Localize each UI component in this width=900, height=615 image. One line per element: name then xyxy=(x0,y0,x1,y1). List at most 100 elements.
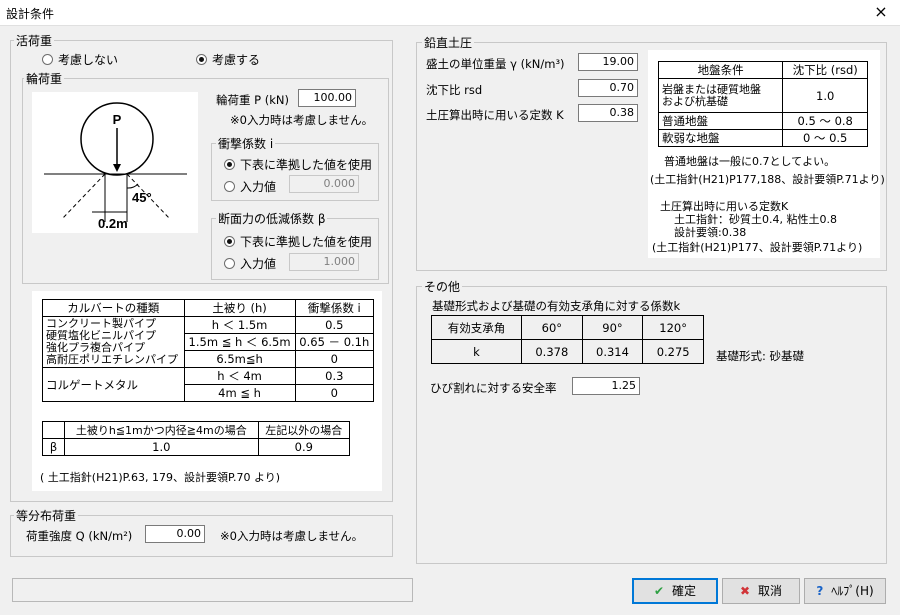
impact-legend: 衝撃係数 i xyxy=(216,135,276,152)
k-note-guideline: 設計要領:0.38 xyxy=(674,226,747,239)
beta-value-2: 0.9 xyxy=(257,438,351,456)
impact-cell: 0 xyxy=(294,350,375,368)
radio-no[interactable] xyxy=(42,54,53,65)
other-legend: その他 xyxy=(422,278,463,295)
window-title: 設計条件 xyxy=(6,7,55,21)
impact-cell: 0.5 xyxy=(294,316,375,334)
beta-row-label: β xyxy=(42,438,65,456)
beta-header-2: 左記以外の場合 xyxy=(257,421,351,439)
table-row: 普通地盤 0.5 ～ 0.8 xyxy=(657,112,868,130)
reduction-input-radio[interactable] xyxy=(224,258,235,269)
bearing-angle-table: 有効支承角 60° 90° 120° k 0.378 0.314 0.275 xyxy=(431,315,704,364)
impact-input-radio[interactable] xyxy=(224,181,235,192)
distributed-zero-note: ※0入力時は考慮しません。 xyxy=(220,529,364,543)
impact-table-option[interactable]: 下表に準拠した値を使用 xyxy=(224,156,372,173)
confirm-label: 確定 xyxy=(672,584,697,598)
impact-type-corrugated: コルゲートメタル xyxy=(42,367,185,402)
diagram-p-label: P xyxy=(113,112,122,127)
cancel-label: 取消 xyxy=(758,584,783,598)
crack-safety-label: ひび割れに対する安全率 xyxy=(430,381,557,395)
live-load-no-option[interactable]: 考慮しない xyxy=(42,51,118,68)
live-load-yes-label: 考慮する xyxy=(212,53,261,67)
table-row: 土被りh≦1mかつ内径≧4mの場合 左記以外の場合 xyxy=(42,421,351,439)
impact-cell: 0.3 xyxy=(294,367,375,385)
vertical-pressure-legend: 鉛直土圧 xyxy=(422,34,475,51)
beta-value-1: 1.0 xyxy=(64,438,259,456)
title-bar: 設計条件 × xyxy=(0,0,900,26)
beta-header-1: 土被りh≦1mかつ内径≧4mの場合 xyxy=(64,421,259,439)
impact-input-option[interactable]: 入力値 xyxy=(224,178,276,195)
settlement-reference-panel: 地盤条件 沈下比 (rsd) 岩盤または硬質地盤 および杭基礎 1.0 普通地盤… xyxy=(648,50,885,258)
question-icon: ? xyxy=(816,584,824,598)
base-type-label: 基礎形式: 砂基礎 xyxy=(716,349,805,363)
table-row: カルバートの種類 土被り (h) 衝撃係数 i xyxy=(42,299,375,317)
settlement-header-ratio: 沈下比 (rsd) xyxy=(782,61,868,79)
impact-header-type: カルバートの種類 xyxy=(42,299,185,317)
impact-table-radio[interactable] xyxy=(224,159,235,170)
help-button[interactable]: ? ﾍﾙﾌﾟ(H) xyxy=(804,578,886,604)
reduction-input-label: 入力値 xyxy=(240,257,277,271)
cancel-button[interactable]: ✖ 取消 xyxy=(722,578,800,604)
angle-120: 120° xyxy=(642,315,704,340)
wheel-p-label: 輪荷重 P (kN) xyxy=(216,93,289,107)
wheel-load-legend: 輪荷重 xyxy=(24,70,65,87)
reduction-legend: 断面力の低減係数 β xyxy=(216,210,328,227)
settlement-input[interactable]: 0.70 xyxy=(578,79,638,97)
unit-weight-input[interactable]: 19.00 xyxy=(578,53,638,71)
reduction-table-option[interactable]: 下表に準拠した値を使用 xyxy=(224,233,372,250)
beta-corner xyxy=(42,421,65,439)
impact-cell: 0.65 － 0.1h xyxy=(294,333,375,351)
settlement-ratio-cell: 1.0 xyxy=(782,78,868,113)
table-row: 岩盤または硬質地盤 および杭基礎 1.0 xyxy=(657,78,868,113)
x-icon: ✖ xyxy=(739,584,751,598)
impact-reference-panel: カルバートの種類 土被り (h) 衝撃係数 i コンクリート製パイプ 硬質塩化ビ… xyxy=(32,291,382,491)
settlement-table: 地盤条件 沈下比 (rsd) 岩盤または硬質地盤 および杭基礎 1.0 普通地盤… xyxy=(657,61,868,147)
settlement-header-ground: 地盤条件 xyxy=(657,61,784,79)
distributed-label: 荷重強度 Q (kN/m²) xyxy=(26,529,133,543)
impact-table: カルバートの種類 土被り (h) 衝撃係数 i コンクリート製パイプ 硬質塩化ビ… xyxy=(42,299,375,402)
k-input[interactable]: 0.38 xyxy=(578,104,638,122)
angle-arc xyxy=(126,183,139,189)
impact-header-cover: 土被り (h) xyxy=(183,299,296,317)
table-row: 地盤条件 沈下比 (rsd) xyxy=(657,61,868,79)
radio-yes[interactable] xyxy=(196,54,207,65)
distributed-input[interactable]: 0.00 xyxy=(145,525,205,543)
crack-safety-input[interactable]: 1.25 xyxy=(572,377,640,395)
impact-cell: 0 xyxy=(294,384,375,402)
diagram-width-label: 0.2m xyxy=(98,216,128,231)
reduction-input-option[interactable]: 入力値 xyxy=(224,255,276,272)
impact-value-input[interactable]: 0.000 xyxy=(289,175,359,193)
reduction-value-input[interactable]: 1.000 xyxy=(289,253,359,271)
distributed-legend: 等分布荷重 xyxy=(14,507,79,524)
impact-header-coef: 衝撃係数 i xyxy=(294,299,375,317)
status-bar xyxy=(12,578,413,602)
diagram-angle-label: 45° xyxy=(132,190,152,205)
confirm-button[interactable]: ✔ 確定 xyxy=(632,578,718,604)
table-row: コンクリート製パイプ 硬質塩化ビニルパイプ 強化プラ複合パイプ 高耐圧ポリエチレ… xyxy=(42,316,375,368)
close-icon[interactable]: × xyxy=(870,2,892,22)
load-arrow-head xyxy=(113,164,121,172)
live-load-yes-option[interactable]: 考慮する xyxy=(196,51,260,68)
table-row: 有効支承角 60° 90° 120° xyxy=(431,315,704,340)
impact-source-note: ( 土工指針(H21)P.63, 179、設計要領P.70 より) xyxy=(40,471,281,484)
reduction-table-radio[interactable] xyxy=(224,236,235,247)
coef-title: 基礎形式および基礎の有効支承角に対する係数k xyxy=(432,299,681,313)
settlement-label: 沈下比 rsd xyxy=(426,83,483,97)
settlement-note: 普通地盤は一般に0.7としてよい。 xyxy=(664,155,836,168)
settlement-ground-cell: 軟弱な地盤 xyxy=(657,129,784,147)
impact-cell: 4m ≦ h xyxy=(183,384,296,402)
beta-table: 土被りh≦1mかつ内径≧4mの場合 左記以外の場合 β 1.0 0.9 xyxy=(42,421,351,456)
k-row-label: k xyxy=(431,339,522,364)
live-load-no-label: 考慮しない xyxy=(58,53,119,67)
k-value-90: 0.314 xyxy=(581,339,644,364)
wheel-p-input[interactable]: 100.00 xyxy=(298,89,356,107)
wheel-diagram-svg: P 45° 0.2m xyxy=(44,102,187,231)
settlement-ratio-cell: 0.5 ～ 0.8 xyxy=(782,112,868,130)
table-row: k 0.378 0.314 0.275 xyxy=(431,339,704,364)
table-row: 軟弱な地盤 0 ～ 0.5 xyxy=(657,129,868,147)
reduction-table-label: 下表に準拠した値を使用 xyxy=(240,235,373,249)
impact-type-pipes: コンクリート製パイプ 硬質塩化ビニルパイプ 強化プラ複合パイプ 高耐圧ポリエチレ… xyxy=(42,316,185,368)
impact-cell: h ＜ 1.5m xyxy=(183,316,296,334)
wheel-zero-note: ※0入力時は考慮しません。 xyxy=(230,113,374,127)
impact-cell: 6.5m≦h xyxy=(183,350,296,368)
